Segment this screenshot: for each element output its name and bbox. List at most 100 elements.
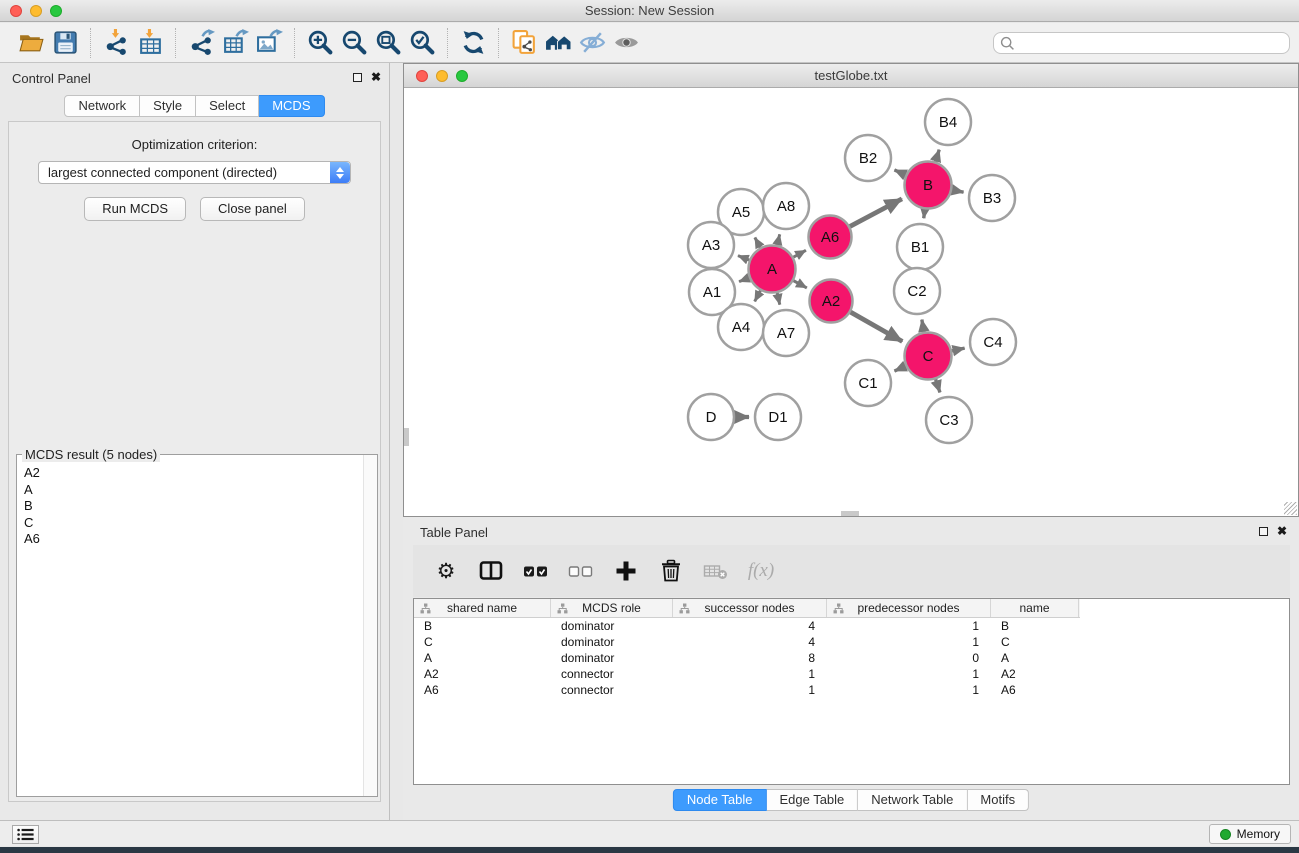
column-header-predecessor-nodes[interactable]: predecessor nodes xyxy=(827,599,991,617)
deselect-all-icon[interactable] xyxy=(566,556,596,586)
column-header-successor-nodes[interactable]: successor nodes xyxy=(673,599,827,617)
network-canvas[interactable]: B4B2BB3A5A8A6A3B1AA1C2A2A4A7C4CC1C3DD1 xyxy=(404,88,1298,516)
network-graph: B4B2BB3A5A8A6A3B1AA1C2A2A4A7C4CC1C3DD1 xyxy=(404,88,1298,516)
node-A4[interactable]: A4 xyxy=(718,304,764,350)
tab-edge-table[interactable]: Edge Table xyxy=(766,789,858,811)
zoom-selected-icon[interactable] xyxy=(405,28,439,58)
memory-label: Memory xyxy=(1237,827,1280,841)
node-A2[interactable]: A2 xyxy=(810,280,853,323)
export-table-icon[interactable] xyxy=(218,28,252,58)
node-B1[interactable]: B1 xyxy=(897,224,943,270)
svg-text:B2: B2 xyxy=(859,150,877,167)
node-B4[interactable]: B4 xyxy=(925,99,971,145)
node-A7[interactable]: A7 xyxy=(763,310,809,356)
svg-text:C1: C1 xyxy=(858,375,877,392)
split-view-icon[interactable] xyxy=(476,556,506,586)
resize-grip[interactable] xyxy=(1284,502,1297,515)
node-C4[interactable]: C4 xyxy=(970,319,1016,365)
node-A8[interactable]: A8 xyxy=(763,183,809,229)
tab-motifs[interactable]: Motifs xyxy=(967,789,1029,811)
add-row-icon[interactable] xyxy=(611,556,641,586)
import-table-icon[interactable] xyxy=(133,28,167,58)
svg-text:C2: C2 xyxy=(907,283,926,300)
mcds-result-item[interactable]: A2 xyxy=(24,465,356,482)
criterion-dropdown[interactable]: largest connected component (directed) xyxy=(38,161,351,184)
zoom-out-icon[interactable] xyxy=(337,28,371,58)
svg-text:A: A xyxy=(767,261,777,278)
table-cell: B xyxy=(414,618,551,634)
import-network-icon[interactable] xyxy=(99,28,133,58)
task-history-button[interactable] xyxy=(12,825,39,844)
node-B[interactable]: B xyxy=(905,162,952,209)
table-row[interactable]: Cdominator41C xyxy=(414,634,1289,650)
tab-node-table[interactable]: Node Table xyxy=(673,789,767,811)
first-neighbors-icon[interactable] xyxy=(541,28,575,58)
run-mcds-button[interactable]: Run MCDS xyxy=(84,197,186,221)
node-C2[interactable]: C2 xyxy=(894,268,940,314)
open-session-icon[interactable] xyxy=(14,28,48,58)
close-icon[interactable]: ✖ xyxy=(1277,525,1287,537)
list-icon xyxy=(17,828,34,841)
float-icon[interactable] xyxy=(1259,527,1268,536)
table-row[interactable]: A2connector11A2 xyxy=(414,666,1289,682)
close-panel-button[interactable]: Close panel xyxy=(200,197,305,221)
column-header-shared-name[interactable]: shared name xyxy=(414,599,551,617)
node-D[interactable]: D xyxy=(688,394,734,440)
table-cell: B xyxy=(991,618,1079,634)
tab-style[interactable]: Style xyxy=(140,95,196,117)
optimization-criterion-label: Optimization criterion: xyxy=(9,137,380,152)
main-toolbar xyxy=(0,23,1299,63)
node-B2[interactable]: B2 xyxy=(845,135,891,181)
svg-text:B3: B3 xyxy=(983,190,1001,207)
application-window: Session: New Session Control Panel ✖ Net… xyxy=(0,0,1299,853)
node-B3[interactable]: B3 xyxy=(969,175,1015,221)
node-C[interactable]: C xyxy=(905,333,952,380)
node-D1[interactable]: D1 xyxy=(755,394,801,440)
horizontal-scroll-thumb[interactable] xyxy=(841,511,859,516)
select-all-icon[interactable] xyxy=(521,556,551,586)
save-session-icon[interactable] xyxy=(48,28,82,58)
svg-text:A4: A4 xyxy=(732,319,750,336)
refresh-icon[interactable] xyxy=(456,28,490,58)
node-A6[interactable]: A6 xyxy=(809,216,852,259)
column-header-mcds-role[interactable]: MCDS role xyxy=(551,599,673,617)
search-box[interactable] xyxy=(993,32,1290,54)
node-A[interactable]: A xyxy=(749,246,796,293)
export-network-icon[interactable] xyxy=(184,28,218,58)
hide-selected-icon[interactable] xyxy=(575,28,609,58)
show-all-icon[interactable] xyxy=(609,28,643,58)
table-panel: Table Panel ✖ ⚙f(x) shared nameMCDS role… xyxy=(403,517,1299,820)
node-A3[interactable]: A3 xyxy=(688,222,734,268)
table-cell: 4 xyxy=(673,634,827,650)
edge-A2-C xyxy=(848,311,902,342)
mcds-result-item[interactable]: A xyxy=(24,482,356,499)
tab-select[interactable]: Select xyxy=(196,95,259,117)
tab-mcds[interactable]: MCDS xyxy=(259,95,324,117)
zoom-fit-icon[interactable] xyxy=(371,28,405,58)
table-row[interactable]: A6connector11A6 xyxy=(414,682,1289,698)
tab-network[interactable]: Network xyxy=(64,95,140,117)
mcds-result-item[interactable]: C xyxy=(24,515,356,532)
mcds-result-item[interactable]: A6 xyxy=(24,531,356,548)
table-cell: 1 xyxy=(673,682,827,698)
table-row[interactable]: Adominator80A xyxy=(414,650,1289,666)
settings-gear-icon[interactable]: ⚙ xyxy=(431,556,461,586)
node-C3[interactable]: C3 xyxy=(926,397,972,443)
table-row[interactable]: Bdominator41B xyxy=(414,618,1289,634)
table-cell: 4 xyxy=(673,618,827,634)
tab-network-table[interactable]: Network Table xyxy=(858,789,967,811)
zoom-in-icon[interactable] xyxy=(303,28,337,58)
new-network-from-selection-icon[interactable] xyxy=(507,28,541,58)
table-cell: A xyxy=(414,650,551,666)
result-scrollbar[interactable] xyxy=(363,455,377,796)
vertical-scroll-thumb[interactable] xyxy=(404,428,409,446)
close-icon[interactable]: ✖ xyxy=(371,71,381,83)
memory-button[interactable]: Memory xyxy=(1209,824,1291,844)
search-input[interactable] xyxy=(1015,34,1289,52)
export-image-icon[interactable] xyxy=(252,28,286,58)
column-header-name[interactable]: name xyxy=(991,599,1079,617)
mcds-result-item[interactable]: B xyxy=(24,498,356,515)
float-icon[interactable] xyxy=(353,73,362,82)
delete-row-icon[interactable] xyxy=(656,556,686,586)
node-C1[interactable]: C1 xyxy=(845,360,891,406)
